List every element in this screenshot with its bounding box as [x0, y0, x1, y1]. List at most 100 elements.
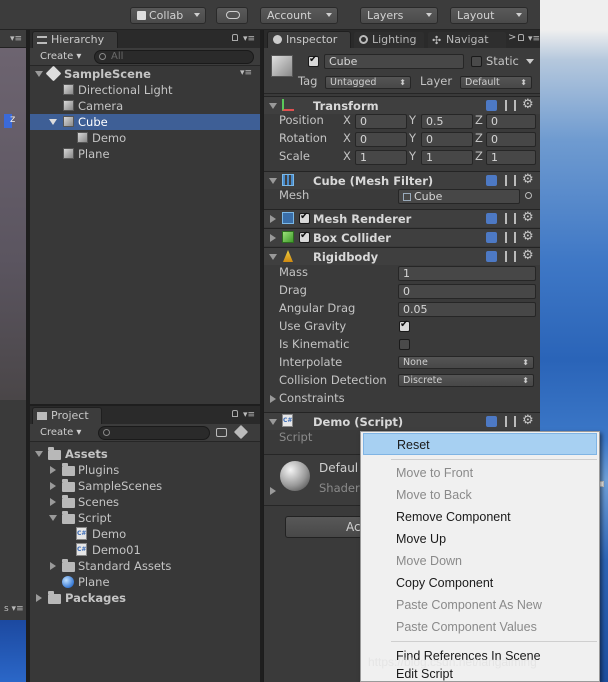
use-gravity-checkbox[interactable]: [399, 319, 410, 332]
collab-button[interactable]: Collab: [130, 7, 206, 24]
position-y-field[interactable]: 0.5: [421, 114, 473, 129]
mesh-filter-header[interactable]: Cube (Mesh Filter) ⚙: [264, 171, 540, 189]
position-x-field[interactable]: 0: [355, 114, 407, 129]
expand-triangle-icon[interactable]: [35, 71, 43, 77]
is-kinematic-checkbox[interactable]: [399, 339, 410, 350]
scale-y-field[interactable]: 1: [421, 150, 473, 165]
expand-triangle-icon[interactable]: [49, 515, 57, 521]
scene-viewport[interactable]: z: [0, 48, 26, 400]
scale-z-field[interactable]: 1: [486, 150, 536, 165]
preset-icon[interactable]: [505, 232, 516, 243]
tree-item-demo[interactable]: Demo: [30, 130, 260, 146]
tree-item-plugins[interactable]: Plugins: [30, 462, 260, 478]
expand-triangle-icon[interactable]: [270, 487, 276, 495]
static-checkbox[interactable]: [471, 56, 482, 67]
drag-field[interactable]: 0: [398, 284, 536, 299]
expand-triangle-icon[interactable]: [270, 234, 276, 242]
tree-item-cube[interactable]: Cube: [30, 114, 260, 130]
project-search-input[interactable]: [98, 426, 210, 440]
expand-triangle-icon[interactable]: [49, 119, 57, 125]
gear-icon[interactable]: ⚙: [522, 248, 534, 263]
constraints-foldout[interactable]: Constraints: [264, 391, 541, 407]
mesh-object-field[interactable]: Cube: [398, 189, 520, 204]
account-dropdown[interactable]: Account: [260, 7, 338, 24]
menu-item-move-down[interactable]: Move Down: [363, 550, 597, 572]
help-book-icon[interactable]: [486, 416, 497, 427]
expand-triangle-icon[interactable]: [35, 451, 43, 457]
menu-item-paste-component-as-new[interactable]: Paste Component As New: [363, 594, 597, 616]
tree-item-plane[interactable]: Plane: [30, 146, 260, 162]
cloud-button[interactable]: [216, 7, 248, 24]
object-name-input[interactable]: Cube: [324, 54, 464, 69]
lock-icon[interactable]: [232, 34, 238, 41]
expand-triangle-icon[interactable]: [50, 466, 56, 474]
tree-item-scenes[interactable]: Scenes: [30, 494, 260, 510]
tab-inspector[interactable]: Inspector: [267, 31, 351, 48]
gear-icon[interactable]: ⚙: [522, 210, 534, 225]
transform-header[interactable]: Transform ⚙: [264, 96, 540, 114]
tree-item-samplescene[interactable]: SampleScene ▾≡: [30, 65, 260, 82]
lock-icon[interactable]: [232, 410, 238, 417]
hierarchy-search-input[interactable]: SampleScene All: [94, 50, 254, 64]
preset-icon[interactable]: [505, 251, 516, 262]
mesh-renderer-enabled-checkbox[interactable]: [299, 211, 310, 224]
filter-type-icon[interactable]: [216, 428, 227, 437]
position-z-field[interactable]: 0: [486, 114, 536, 129]
help-book-icon[interactable]: [486, 213, 497, 224]
game-viewport[interactable]: [0, 620, 26, 682]
scale-x-field[interactable]: 1: [355, 150, 407, 165]
expand-triangle-icon[interactable]: [50, 562, 56, 570]
tree-item-standard-assets[interactable]: Standard Assets: [30, 558, 260, 574]
tree-item-directional-light[interactable]: Directional Light: [30, 82, 260, 98]
angular-drag-field[interactable]: 0.05: [398, 302, 536, 317]
help-book-icon[interactable]: [486, 100, 497, 111]
menu-icon[interactable]: ▾≡: [528, 35, 540, 44]
menu-item-copy-component[interactable]: Copy Component: [363, 572, 597, 594]
tree-item-packages[interactable]: Packages: [30, 590, 260, 606]
layers-dropdown[interactable]: Layers: [360, 7, 438, 24]
expand-triangle-icon[interactable]: [269, 103, 277, 109]
help-book-icon[interactable]: [486, 232, 497, 243]
rotation-z-field[interactable]: 0: [486, 132, 536, 147]
menu-item-paste-component-values[interactable]: Paste Component Values: [363, 616, 597, 638]
tree-item-plane-asset[interactable]: Plane: [30, 574, 260, 590]
preset-icon[interactable]: [505, 213, 516, 224]
preset-icon[interactable]: [505, 175, 516, 186]
mass-field[interactable]: 1: [398, 266, 536, 281]
tab-overflow-icon[interactable]: >: [508, 32, 516, 43]
rotation-y-field[interactable]: 0: [421, 132, 473, 147]
expand-triangle-icon[interactable]: [50, 498, 56, 506]
gear-icon[interactable]: ⚙: [522, 97, 534, 112]
expand-triangle-icon[interactable]: [269, 178, 277, 184]
tag-dropdown[interactable]: Untagged ⬍: [325, 76, 411, 89]
tree-item-camera[interactable]: Camera: [30, 98, 260, 114]
tree-item-samplescenes[interactable]: SampleScenes: [30, 478, 260, 494]
create-button[interactable]: Create ▾: [40, 50, 81, 64]
menu-item-reset[interactable]: Reset: [363, 433, 597, 455]
menu-item-move-to-front[interactable]: Move to Front: [363, 462, 597, 484]
lock-icon[interactable]: [518, 34, 524, 41]
layout-dropdown[interactable]: Layout: [450, 7, 528, 24]
tree-item-assets[interactable]: Assets: [30, 446, 260, 462]
menu-item-move-to-back[interactable]: Move to Back: [363, 484, 597, 506]
tag-icon[interactable]: [233, 424, 249, 440]
chevron-down-icon[interactable]: [526, 59, 534, 64]
layer-dropdown[interactable]: Default ⬍: [460, 76, 532, 89]
box-collider-enabled-checkbox[interactable]: [299, 230, 310, 243]
tab-navigation[interactable]: ✣ Navigat: [427, 31, 507, 48]
menu-item-move-up[interactable]: Move Up: [363, 528, 597, 550]
create-button[interactable]: Create ▾: [40, 426, 81, 440]
gear-icon[interactable]: ⚙: [522, 229, 534, 244]
gear-icon[interactable]: ⚙: [522, 413, 534, 428]
expand-triangle-icon[interactable]: [270, 215, 276, 223]
tree-item-demo-script[interactable]: C# Demo: [30, 526, 260, 542]
collision-detection-dropdown[interactable]: Discrete ⬍: [398, 374, 534, 387]
box-collider-header[interactable]: Box Collider ⚙: [264, 228, 540, 246]
expand-triangle-icon[interactable]: [269, 419, 277, 425]
rotation-x-field[interactable]: 0: [355, 132, 407, 147]
demo-script-header[interactable]: C# Demo (Script) ⚙: [264, 412, 540, 430]
help-book-icon[interactable]: [486, 175, 497, 186]
gear-icon[interactable]: ⚙: [522, 172, 534, 187]
menu-item-remove-component[interactable]: Remove Component: [363, 506, 597, 528]
tab-project[interactable]: Project: [32, 407, 102, 424]
